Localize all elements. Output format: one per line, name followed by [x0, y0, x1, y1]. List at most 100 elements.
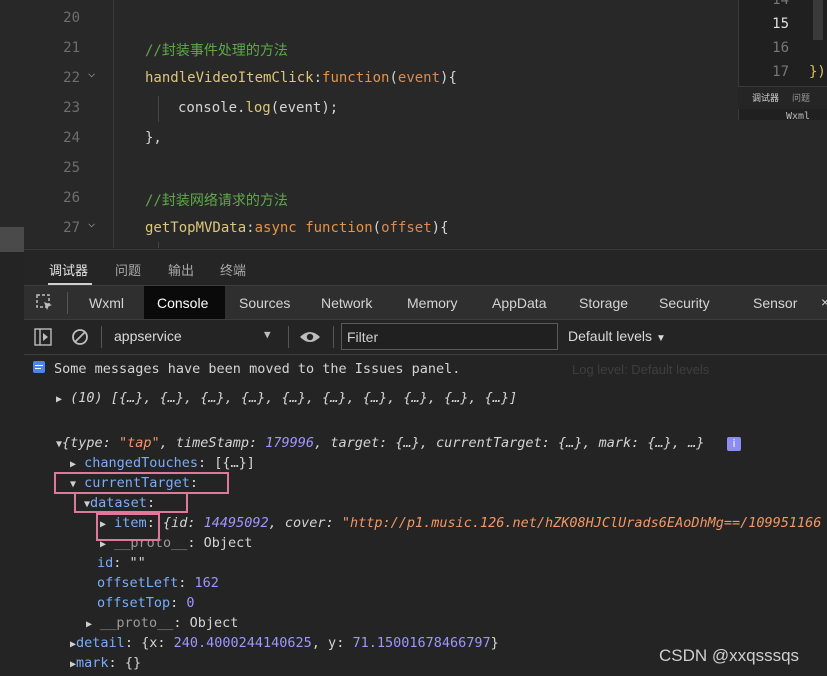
context-select[interactable]: appservice	[114, 328, 182, 344]
obj-value: 162	[194, 575, 219, 591]
issues-message: Some messages have been moved to the Iss…	[54, 361, 461, 377]
tab-memory[interactable]: Memory	[407, 295, 458, 311]
array-log-row[interactable]: ▶ (10) [{…}, {…}, {…}, {…}, {…}, {…}, {……	[56, 390, 517, 406]
tab-storage[interactable]: Storage	[579, 295, 628, 311]
obj-brace: {	[62, 435, 71, 451]
obj-key: offsetTop	[97, 595, 171, 611]
dropdown-arrow-icon: ▼	[655, 333, 666, 344]
mini-panel-tabs: 调试器 问题 Wxml	[738, 86, 827, 122]
line-gutter: 20 21 22 23 24 25 26 27 ⌵ ⌵	[0, 0, 112, 248]
highlight-box-dataset	[74, 492, 188, 513]
info-badge-icon[interactable]: i	[727, 437, 741, 451]
code-line: },	[145, 130, 162, 146]
tab-console[interactable]: Console	[157, 295, 208, 311]
tab-sensor[interactable]: Sensor	[753, 295, 797, 311]
tree-row-proto[interactable]: ▶ __proto__: Object	[86, 615, 238, 631]
inspect-element-icon[interactable]	[36, 294, 54, 312]
obj-value: 240.4000244140625	[173, 635, 312, 651]
code-editor[interactable]: 20 21 22 23 24 25 26 27 ⌵ ⌵ //封装事件处理的方法 …	[0, 0, 827, 248]
expand-triangle-icon[interactable]: ▶	[70, 459, 76, 470]
tree-row-offsetLeft: offsetLeft: 162	[97, 575, 219, 591]
close-icon[interactable]: ×	[821, 294, 827, 310]
obj-value: [{…}]	[214, 455, 255, 471]
clear-console-icon[interactable]	[71, 328, 89, 346]
obj-key: type	[70, 435, 103, 451]
line-number: 17	[772, 64, 789, 80]
divider	[333, 326, 334, 348]
code-keyword: async	[254, 220, 297, 236]
obj-value: {…}	[557, 435, 583, 451]
filter-placeholder: Filter	[347, 329, 379, 345]
obj-value: 71.15001678466797	[352, 635, 491, 651]
eye-icon[interactable]	[299, 329, 321, 345]
dropdown-arrow-icon[interactable]: ▼	[264, 328, 271, 341]
tab-output[interactable]: 输出	[168, 260, 194, 279]
tab-terminal[interactable]: 终端	[220, 260, 246, 279]
indent-guide	[158, 242, 159, 248]
tab-debugger[interactable]: 调试器	[49, 260, 88, 279]
expand-triangle-icon[interactable]: ▶	[86, 619, 92, 630]
code-punct: (	[372, 220, 382, 236]
obj-tail: …}	[688, 435, 705, 451]
code-param: event	[397, 70, 441, 86]
debug-panel-tabs: 调试器 问题 输出 终端	[24, 249, 827, 286]
expand-triangle-icon[interactable]: ▶	[56, 394, 62, 405]
mini-tab[interactable]: 调试器	[752, 91, 779, 104]
highlight-box-currentTarget	[54, 472, 229, 494]
obj-value: 0	[186, 595, 195, 611]
event-object-row[interactable]: ▼{type: "tap", timeStamp: 179996, target…	[56, 435, 704, 451]
obj-value: {…}	[395, 435, 420, 451]
tab-security[interactable]: Security	[659, 295, 710, 311]
code-punct: (	[389, 70, 398, 86]
code-line: getTopMVData:async function(offset){	[145, 220, 449, 236]
code-keyword: function	[322, 70, 390, 86]
obj-key: id	[97, 555, 114, 571]
obj-value: 14495092	[203, 515, 269, 531]
indent-guide	[158, 96, 159, 122]
tree-row-changedTouches[interactable]: ▶ changedTouches: [{…}]	[70, 455, 255, 471]
code-args: (event);	[270, 100, 339, 116]
line-number: 21	[63, 40, 80, 56]
fold-chevron-icon[interactable]: ⌵	[88, 66, 95, 80]
code-fn: handleVideoItemClick	[145, 70, 314, 86]
divider	[67, 292, 68, 314]
tab-sources[interactable]: Sources	[239, 295, 290, 311]
code-punct: ){	[440, 70, 457, 86]
array-summary: (10) [{…}, {…}, {…}, {…}, {…}, {…}, {…},…	[70, 390, 518, 406]
obj-key: x	[149, 635, 158, 651]
watermark: CSDN @xxqsssqs	[659, 646, 800, 665]
code-fn: getTopMVData	[145, 220, 247, 236]
obj-value: "http://p1.music.126.net/hZK08HJClUrads6…	[341, 515, 822, 531]
obj-key: mark	[598, 435, 632, 451]
obj-value: 179996	[265, 435, 315, 451]
line-number: 22	[63, 70, 80, 86]
tree-row-detail[interactable]: ▶detail: {x: 240.4000244140625, y: 71.15…	[70, 635, 499, 651]
tab-problems[interactable]: 问题	[115, 260, 141, 279]
info-message-icon	[33, 361, 45, 373]
obj-key: currentTarget	[436, 435, 542, 451]
mini-tab[interactable]: 问题	[792, 91, 810, 104]
tab-wxml[interactable]: Wxml	[89, 295, 124, 311]
line-number: 20	[63, 10, 80, 26]
tree-row-mark[interactable]: ▶mark: {}	[70, 655, 141, 671]
tree-row-offsetTop: offsetTop: 0	[97, 595, 195, 611]
tab-network[interactable]: Network	[321, 295, 372, 311]
log-levels-dropdown[interactable]: Default levels ▼	[568, 328, 666, 344]
divider	[101, 326, 102, 348]
fold-chevron-icon[interactable]: ⌵	[88, 216, 95, 230]
gutter-divider	[113, 0, 114, 248]
code-object: console	[178, 100, 238, 116]
line-number: 25	[63, 160, 80, 176]
sidebar-toggle-icon[interactable]	[34, 328, 52, 346]
code-punct: ){	[431, 220, 449, 236]
code-brace: })	[809, 64, 826, 80]
code-param: offset	[381, 220, 432, 236]
tab-appdata[interactable]: AppData	[492, 295, 546, 311]
obj-value: {}	[124, 655, 142, 671]
tree-row-item[interactable]: ▶ item: {id: 14495092, cover: "http://p1…	[100, 515, 821, 531]
code-comment: //封装事件处理的方法	[145, 43, 288, 59]
mini-peek-text: Wxml	[786, 111, 811, 122]
code-line: handleVideoItemClick:function(event){	[145, 70, 457, 86]
obj-value: Object	[203, 535, 253, 551]
ghost-tooltip: Log level: Default levels	[572, 362, 710, 377]
